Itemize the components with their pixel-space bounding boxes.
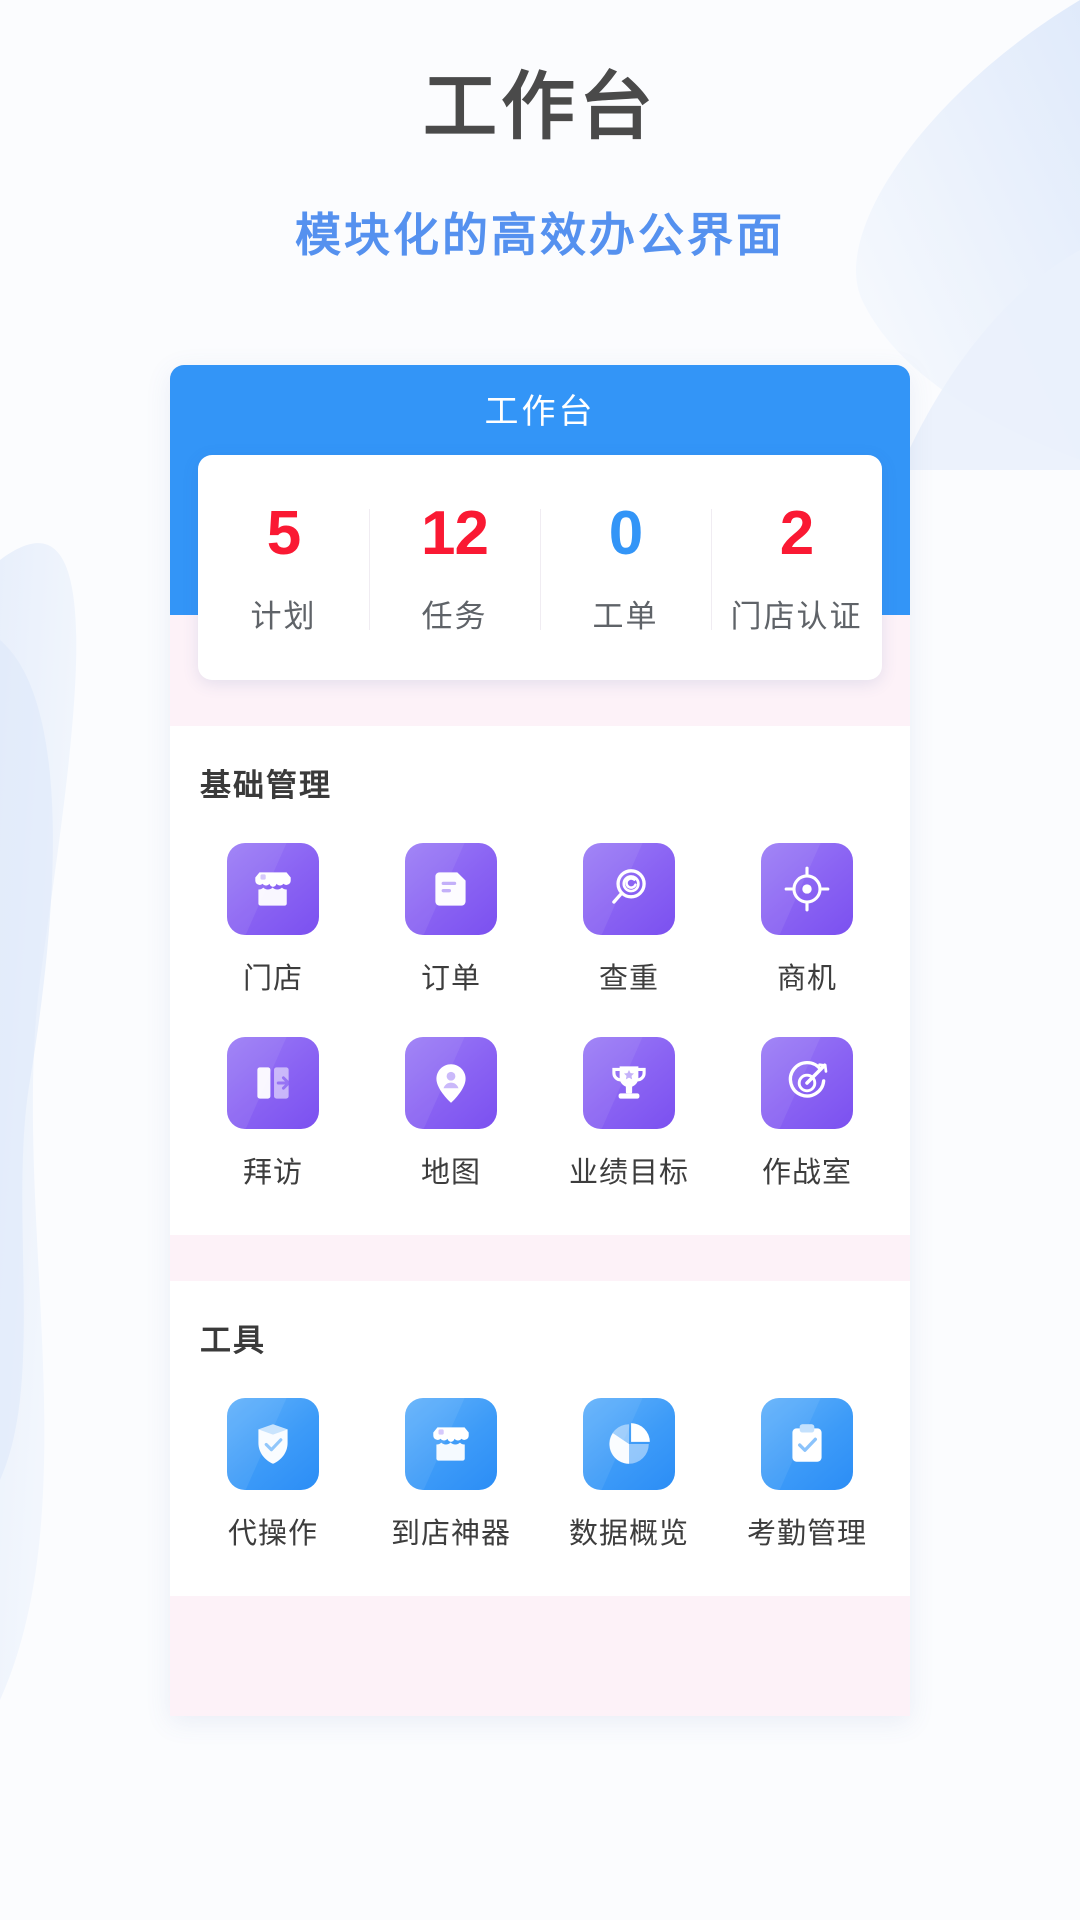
page-subtitle: 模块化的高效办公界面 (295, 209, 785, 262)
module-item-label: 地图 (420, 1157, 481, 1190)
module-grid: 代操作 到店神器 数据概览 考勤管理 (170, 1360, 910, 1566)
stat-label: 工单 (592, 599, 659, 635)
module-item-label: 门店 (242, 963, 303, 996)
stat-label: 任务 (421, 599, 488, 635)
module-item-label: 代操作 (227, 1518, 318, 1551)
target-crosshair-icon[interactable] (761, 843, 853, 936)
module-item[interactable]: 代操作 (184, 1386, 362, 1566)
door-enter-icon[interactable] (227, 1037, 319, 1130)
shield-check-icon[interactable] (227, 1398, 319, 1491)
module-item[interactable]: 考勤管理 (718, 1386, 896, 1566)
app-bar-title: 工作台 (484, 393, 596, 432)
trophy-icon[interactable] (583, 1037, 675, 1130)
page-title: 工作台 (423, 65, 657, 148)
module-item[interactable]: 订单 (362, 831, 540, 1011)
store-icon[interactable] (227, 843, 319, 936)
stat-value: 2 (779, 499, 814, 569)
magnifier-spiral-icon[interactable] (583, 843, 675, 936)
stat-item[interactable]: 0 工单 (540, 503, 711, 636)
module-item[interactable]: 数据概览 (540, 1386, 718, 1566)
stat-item[interactable]: 5 计划 (198, 503, 369, 636)
module-sections: 基础管理门店 订单 查重 商机拜访 地图 业绩目标 作战室工具代操作 到店神器 数据概览 考勤管理 (170, 726, 910, 1597)
section-divider (170, 1235, 910, 1258)
pie-chart-icon[interactable] (583, 1398, 675, 1491)
module-item[interactable]: 门店 (184, 831, 362, 1011)
dart-board-icon[interactable] (761, 1037, 853, 1130)
panel-title: 基础管理 (200, 768, 332, 804)
page-header: 工作台 模块化的高效办公界面 (0, 0, 1080, 265)
module-item[interactable]: 拜访 (184, 1025, 362, 1205)
module-item[interactable]: 商机 (718, 831, 896, 1011)
module-item-label: 订单 (420, 963, 481, 996)
module-panel: 基础管理门店 订单 查重 商机拜访 地图 业绩目标 作战室 (170, 726, 910, 1236)
map-pin-person-icon[interactable] (405, 1037, 497, 1130)
stat-value: 12 (421, 499, 489, 569)
module-item-label: 拜访 (242, 1157, 303, 1190)
stat-value: 0 (608, 499, 643, 569)
stat-item[interactable]: 12 任务 (369, 503, 540, 636)
panel-title: 工具 (200, 1323, 266, 1359)
module-item-label: 考勤管理 (746, 1518, 867, 1551)
module-item[interactable]: 查重 (540, 831, 718, 1011)
phone-mockup: 工作台 5 计划 12 任务 0 工单 2 门店认证 基础管理 门店 订单 查重 商机 拜访 地图 业绩目标… (170, 365, 910, 1717)
store-icon[interactable] (405, 1398, 497, 1491)
stat-item[interactable]: 2 门店认证 (711, 503, 882, 636)
stat-label: 计划 (250, 599, 317, 635)
module-item[interactable]: 业绩目标 (540, 1025, 718, 1205)
stat-value: 5 (266, 499, 301, 569)
order-document-icon[interactable] (405, 843, 497, 936)
bottom-filler (170, 1596, 910, 1717)
module-item-label: 作战室 (761, 1157, 852, 1190)
module-item[interactable]: 地图 (362, 1025, 540, 1205)
module-item-label: 查重 (598, 963, 659, 996)
stat-label: 门店认证 (730, 599, 863, 635)
module-item[interactable]: 作战室 (718, 1025, 896, 1205)
clipboard-check-icon[interactable] (761, 1398, 853, 1491)
module-item-label: 业绩目标 (568, 1157, 689, 1190)
section-divider (170, 680, 910, 703)
module-panel: 工具代操作 到店神器 数据概览 考勤管理 (170, 1281, 910, 1597)
module-item[interactable]: 到店神器 (362, 1386, 540, 1566)
stats-card: 5 计划 12 任务 0 工单 2 门店认证 (198, 455, 882, 681)
module-item-label: 商机 (776, 963, 837, 996)
module-item-label: 数据概览 (568, 1518, 689, 1551)
module-item-label: 到店神器 (390, 1518, 511, 1551)
module-grid: 门店 订单 查重 商机拜访 地图 业绩目标 作战室 (170, 805, 910, 1205)
